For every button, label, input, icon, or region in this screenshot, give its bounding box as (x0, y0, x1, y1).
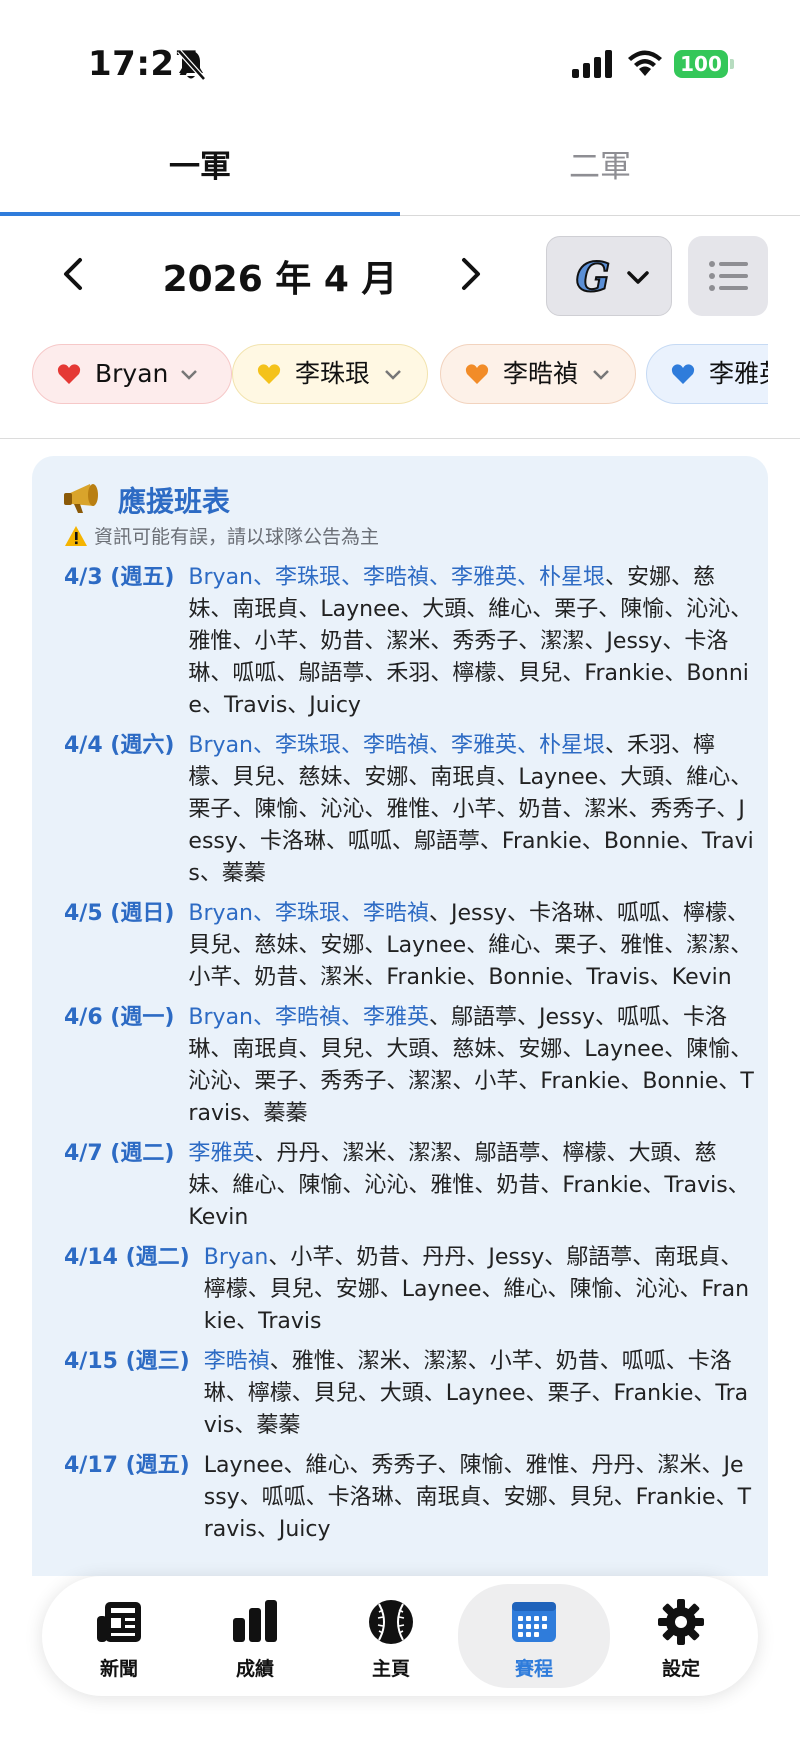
team-tabs: 一軍 二軍 (0, 130, 800, 216)
gear-icon (658, 1599, 704, 1645)
chevron-down-icon (593, 370, 609, 380)
baseball-icon (369, 1600, 413, 1644)
month-navigation: 2026 年 4 月 G (0, 236, 800, 316)
chevron-down-icon (385, 370, 401, 380)
chevron-right-icon[interactable] (452, 254, 488, 294)
tab-settings[interactable]: 設定 (616, 1576, 746, 1696)
bell-muted-icon (177, 49, 206, 81)
roster-row: 4/15 (週三) 李晧禎、雅惟、潔米、潔潔、小芊、奶昔、呱呱、卡洛琳、檸檬、貝兒… (64, 1346, 754, 1442)
roster-date: 4/6 (週一) (64, 1005, 175, 1030)
roster-date: 4/5 (週日) (64, 901, 175, 926)
roster-names: Bryan、李珠珢、李晧禎、李雅英、朴星垠、禾羽、檸檬、貝兒、慈妹、安娜、南珉貞… (188, 730, 754, 890)
tab-stats[interactable]: 成績 (190, 1576, 320, 1696)
tab-first-team[interactable]: 一軍 (0, 130, 400, 216)
highlighted-players: Bryan (203, 1245, 269, 1270)
roster-date: 4/4 (週六) (64, 733, 175, 758)
highlighted-players: 李雅英 (188, 1141, 255, 1166)
other-members: 、小芊、奶昔、丹丹、Jessy、鄔語葶、南珉貞、檸檬、貝兒、安娜、Laynee、… (203, 1245, 750, 1334)
player-chip[interactable]: 李晧禎 (440, 344, 636, 404)
highlighted-players: 李晧禎 (203, 1349, 270, 1374)
disclaimer-note: 資訊可能有誤，請以球隊公告為主 (64, 522, 379, 549)
roster-names: 李晧禎、雅惟、潔米、潔潔、小芊、奶昔、呱呱、卡洛琳、檸檬、貝兒、大頭、Layne… (204, 1346, 754, 1442)
disclaimer-text: 資訊可能有誤，請以球隊公告為主 (94, 526, 380, 548)
tab-second-team[interactable]: 二軍 (400, 130, 800, 216)
team-selector-button[interactable]: G (546, 236, 672, 316)
highlighted-players: Bryan、李珠珢、李晧禎 (188, 901, 430, 926)
megaphone-icon (64, 484, 98, 513)
active-tab-indicator (0, 212, 400, 216)
tab-news[interactable]: 新聞 (54, 1576, 184, 1696)
player-chip-label: 李珠珢 (295, 359, 371, 388)
roster-row: 4/7 (週二) 李雅英、丹丹、潔米、潔潔、鄔語葶、檸檬、大頭、慈妹、維心、陳愉、… (64, 1138, 754, 1234)
roster-row: 4/6 (週一) Bryan、李晧禎、李雅英、鄔語葶、Jessy、呱呱、卡洛琳、南… (64, 1002, 754, 1130)
chevron-left-icon[interactable] (56, 254, 92, 294)
chevron-down-icon (181, 370, 197, 380)
list-icon (709, 261, 748, 291)
other-members: 、雅惟、潔米、潔潔、小芊、奶昔、呱呱、卡洛琳、檸檬、貝兒、大頭、Laynee、栗… (203, 1349, 749, 1438)
roster-names: Bryan、李珠珢、李晧禎、Jessy、卡洛琳、呱呱、檸檬、貝兒、慈妹、安娜、L… (188, 898, 754, 994)
tab-schedule[interactable]: 賽程 (458, 1584, 610, 1688)
heart-icon (671, 364, 695, 384)
chevron-down-icon (627, 271, 649, 284)
roster-row: 4/17 (週五) Laynee、維心、秀秀子、陳愉、雅惟、丹丹、潔米、Jessy… (64, 1450, 754, 1546)
tab-label: 成績 (235, 1658, 274, 1680)
roster-names: 李雅英、丹丹、潔米、潔潔、鄔語葶、檸檬、大頭、慈妹、維心、陳愉、沁沁、雅惟、奶昔… (188, 1138, 754, 1234)
battery-indicator: 100 (674, 50, 734, 78)
list-view-button[interactable] (688, 236, 768, 316)
other-members: 、丹丹、潔米、潔潔、鄔語葶、檸檬、大頭、慈妹、維心、陳愉、沁沁、雅惟、奶昔、Fr… (188, 1141, 750, 1230)
month-label: 2026 年 4 月 (162, 259, 398, 300)
roster-names: Bryan、李晧禎、李雅英、鄔語葶、Jessy、呱呱、卡洛琳、南珉貞、貝兒、大頭… (188, 1002, 754, 1130)
newspaper-icon (97, 1602, 141, 1642)
player-chip-label: 李雅英 (709, 359, 768, 388)
tab-label: 賽程 (514, 1658, 553, 1680)
player-chip[interactable]: 李雅英 (646, 344, 768, 404)
tab-label: 新聞 (99, 1658, 138, 1680)
roster-row: 4/14 (週二) Bryan、小芊、奶昔、丹丹、Jessy、鄔語葶、南珉貞、檸檬… (64, 1242, 754, 1338)
player-chip[interactable]: 李珠珢 (232, 344, 428, 404)
roster-row: 4/3 (週五) Bryan、李珠珢、李晧禎、李雅英、朴星垠、安娜、慈妹、南珉貞、… (64, 562, 754, 722)
roster-date: 4/15 (週三) (64, 1349, 190, 1374)
roster-date: 4/3 (週五) (64, 565, 175, 590)
highlighted-players: Bryan、李晧禎、李雅英 (188, 1005, 430, 1030)
roster-names: Bryan、李珠珢、李晧禎、李雅英、朴星垠、安娜、慈妹、南珉貞、Laynee、大… (188, 562, 754, 722)
cellular-signal-icon (572, 50, 612, 78)
player-chip-label: 李晧禎 (503, 359, 579, 388)
warning-icon (65, 526, 87, 546)
player-filter-chips: Bryan 李珠珢 李晧禎 李雅英 (32, 344, 768, 406)
calendar-icon (512, 1602, 556, 1642)
player-chip-label: Bryan (95, 359, 169, 388)
roster-date: 4/17 (週五) (64, 1453, 190, 1478)
support-roster-card: 應援班表 資訊可能有誤，請以球隊公告為主 4/3 (週五) Bryan、李珠珢、李… (32, 456, 768, 1576)
team-logo-letter: G (576, 254, 610, 299)
tab-label: 設定 (661, 1658, 700, 1680)
roster-names: Bryan、小芊、奶昔、丹丹、Jessy、鄔語葶、南珉貞、檸檬、貝兒、安娜、La… (204, 1242, 754, 1338)
bar-chart-icon (233, 1600, 277, 1642)
tab-home[interactable]: 主頁 (326, 1576, 456, 1696)
player-chip[interactable]: Bryan (32, 344, 232, 404)
roster-list: 4/3 (週五) Bryan、李珠珢、李晧禎、李雅英、朴星垠、安娜、慈妹、南珉貞、… (64, 562, 754, 1554)
roster-date: 4/14 (週二) (64, 1245, 190, 1270)
highlighted-players: Bryan、李珠珢、李晧禎、李雅英、朴星垠 (188, 565, 606, 590)
roster-date: 4/7 (週二) (64, 1141, 175, 1166)
team-logo-icon: G (575, 253, 611, 299)
heart-icon (257, 364, 281, 384)
tab-label: 主頁 (371, 1658, 410, 1680)
bottom-tab-bar: 新聞 成績 主頁 賽程 設定 (42, 1576, 758, 1696)
heart-icon (465, 364, 489, 384)
roster-title: 應援班表 (118, 485, 231, 518)
status-bar: 17:27 100 (0, 0, 800, 120)
heart-icon (57, 364, 81, 384)
roster-row: 4/4 (週六) Bryan、李珠珢、李晧禎、李雅英、朴星垠、禾羽、檸檬、貝兒、慈… (64, 730, 754, 890)
roster-names: Laynee、維心、秀秀子、陳愉、雅惟、丹丹、潔米、Jessy、呱呱、卡洛琳、南… (204, 1450, 754, 1546)
divider (0, 438, 800, 439)
other-members: Laynee、維心、秀秀子、陳愉、雅惟、丹丹、潔米、Jessy、呱呱、卡洛琳、南… (203, 1453, 752, 1542)
wifi-icon (628, 50, 662, 76)
roster-row: 4/5 (週日) Bryan、李珠珢、李晧禎、Jessy、卡洛琳、呱呱、檸檬、貝兒… (64, 898, 754, 994)
highlighted-players: Bryan、李珠珢、李晧禎、李雅英、朴星垠 (188, 733, 606, 758)
